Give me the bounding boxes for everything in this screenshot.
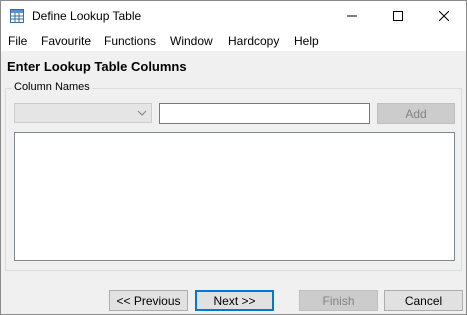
minimize-icon [347, 15, 357, 17]
next-button[interactable]: Next >> [195, 290, 274, 311]
column-type-dropdown[interactable] [14, 103, 152, 123]
column-names-group: Column Names Add [5, 81, 462, 271]
cancel-button[interactable]: Cancel [384, 290, 463, 311]
close-icon [439, 11, 449, 21]
menu-window[interactable]: Window [170, 34, 213, 48]
menu-functions[interactable]: Functions [104, 34, 156, 48]
wizard-content: Enter Lookup Table Columns Column Names … [1, 51, 466, 314]
finish-button[interactable]: Finish [299, 290, 378, 311]
menu-file[interactable]: File [8, 34, 27, 48]
title-bar[interactable]: Define Lookup Table [1, 1, 466, 31]
chevron-down-icon [137, 110, 147, 116]
close-button[interactable] [421, 1, 466, 31]
page-heading: Enter Lookup Table Columns [7, 59, 187, 74]
column-names-label: Column Names [12, 81, 92, 93]
previous-button[interactable]: << Previous [109, 290, 188, 311]
minimize-button[interactable] [329, 1, 375, 31]
menu-favourite[interactable]: Favourite [41, 34, 91, 48]
menu-hardcopy[interactable]: Hardcopy [228, 34, 279, 48]
window-title: Define Lookup Table [32, 9, 142, 23]
table-icon [9, 8, 25, 24]
add-button[interactable]: Add [377, 103, 455, 124]
column-names-list[interactable] [14, 132, 455, 261]
menu-help[interactable]: Help [294, 34, 319, 48]
column-name-input[interactable] [159, 103, 370, 124]
define-lookup-table-window: Define Lookup Table File Favourite Funct… [0, 0, 467, 315]
menu-bar: File Favourite Functions Window Hardcopy… [1, 31, 466, 51]
maximize-icon [393, 11, 403, 21]
maximize-button[interactable] [375, 1, 421, 31]
